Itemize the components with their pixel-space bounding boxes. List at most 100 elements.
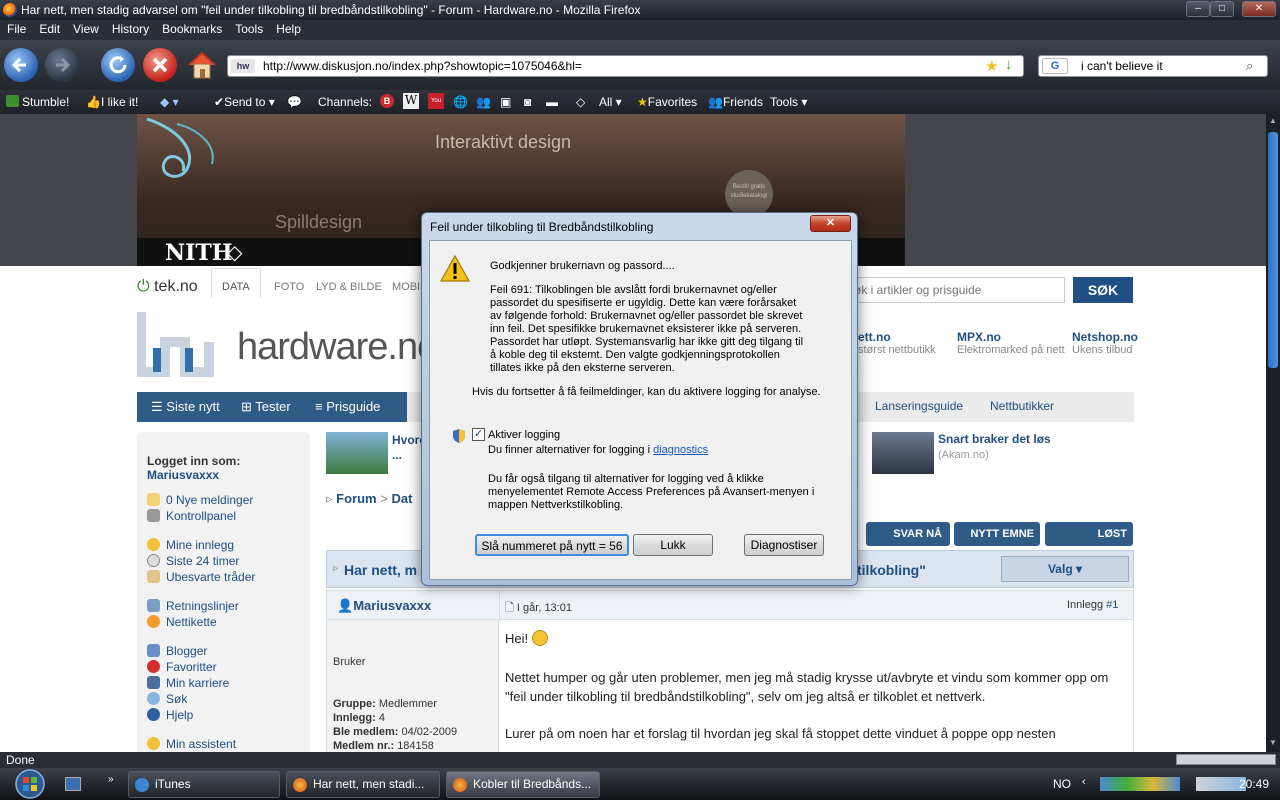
nav-tester[interactable]: ⊞ Tester <box>241 399 291 415</box>
people-channel-icon[interactable]: 👥 <box>476 95 491 109</box>
tools-channel-icon[interactable]: ▣ <box>500 95 511 109</box>
breadcrumb-forum[interactable]: Forum <box>336 491 376 506</box>
menu-help[interactable]: Help <box>269 20 307 36</box>
blogger-channel-icon[interactable]: B <box>380 94 394 108</box>
sidebar-item-help[interactable]: Hjelp <box>147 708 193 722</box>
sidebar-item-messages[interactable]: 0 Nye meldinger <box>147 493 253 507</box>
menu-bookmarks[interactable]: Bookmarks <box>155 20 228 36</box>
promo-right[interactable]: Snart braker det løs (Akam.no) <box>938 432 1068 463</box>
search-box[interactable]: G i can't believe it ⌕ <box>1038 55 1268 77</box>
vertical-scrollbar[interactable]: ▲ ▼ <box>1266 114 1280 752</box>
all-channels-button[interactable]: All ▾ <box>599 95 622 109</box>
search-engine-icon[interactable]: G <box>1042 58 1068 74</box>
sidebar-item-assistant[interactable]: Min assistent <box>147 737 236 751</box>
solved-button[interactable]: LØST <box>1045 522 1133 546</box>
site-search-input[interactable] <box>837 277 1065 303</box>
sidebar-item-favorites[interactable]: Favoritter <box>147 660 217 674</box>
sidebar-item-blogs[interactable]: Blogger <box>147 644 207 658</box>
partner-mpx[interactable]: MPX.no Elektromarked på nett <box>957 330 1065 356</box>
bookmark-star-icon[interactable]: ★ <box>985 57 998 75</box>
home-button[interactable] <box>186 48 218 82</box>
tab-lyd-bilde[interactable]: LYD & BILDE <box>316 281 382 293</box>
sidebar-item-last24[interactable]: Siste 24 timer <box>147 554 239 568</box>
clock[interactable]: 20:49 <box>1239 777 1269 791</box>
youtube-channel-icon[interactable]: You <box>428 93 444 109</box>
partner-komplett[interactable]: ett.no størst nettbutikk <box>858 330 936 356</box>
stop-button[interactable] <box>143 48 177 82</box>
go-arrow-icon[interactable]: ↓ <box>1005 56 1013 73</box>
back-button[interactable] <box>4 48 38 82</box>
magnifier-icon[interactable]: ⌕ <box>1246 58 1253 74</box>
menu-edit[interactable]: Edit <box>32 20 66 36</box>
sidebar-item-search[interactable]: Søk <box>147 692 187 706</box>
menu-file[interactable]: File <box>0 20 32 36</box>
nav-lanseringsguide[interactable]: Lanseringsguide <box>875 399 963 413</box>
new-topic-button[interactable]: NYTT EMNE <box>954 522 1040 546</box>
minimize-button[interactable]: ‒ <box>1186 1 1210 17</box>
enable-logging-label[interactable]: Aktiver logging <box>488 429 560 442</box>
tag-channel-icon[interactable]: ◇ <box>576 95 585 109</box>
taskbar-connect-dialog[interactable]: Kobler til Bredbånds... <box>446 771 600 798</box>
search-query[interactable]: i can't believe it <box>1081 59 1163 73</box>
sidebar-item-controlpanel[interactable]: Kontrollpanel <box>147 509 236 523</box>
diagnose-button[interactable]: Diagnostiser <box>744 534 824 556</box>
taskbar-itunes[interactable]: iTunes <box>128 771 280 798</box>
taskbar-firefox[interactable]: Har nett, men stadi... <box>286 771 440 798</box>
tek-logo[interactable]: ⏻ tek.no <box>137 278 198 296</box>
diagnostics-link[interactable]: diagnostics <box>653 444 708 456</box>
enable-logging-checkbox[interactable]: ✓ <box>472 428 485 441</box>
sidebar-item-netiquette[interactable]: Nettikette <box>147 615 217 629</box>
scroll-up-icon[interactable]: ▲ <box>1269 116 1277 125</box>
nav-prisguide[interactable]: ≡ Prisguide <box>315 399 380 414</box>
reload-button[interactable] <box>101 48 135 82</box>
scrollbar-thumb[interactable] <box>1268 132 1278 368</box>
comment-icon[interactable]: 💬 <box>287 95 302 109</box>
partner-netshop[interactable]: Netshop.no Ukens tilbud <box>1072 330 1138 356</box>
tray-chevron-icon[interactable]: ‹ <box>1082 776 1086 788</box>
wikipedia-channel-icon[interactable]: W <box>403 93 419 109</box>
start-button[interactable] <box>8 768 50 800</box>
nav-nettbutikker[interactable]: Nettbutikker <box>990 399 1054 413</box>
promo-right-image[interactable] <box>872 432 934 474</box>
show-desktop-icon[interactable] <box>65 777 81 791</box>
menu-tools[interactable]: Tools <box>228 20 269 36</box>
options-dropdown[interactable]: Valg ▾ <box>1001 556 1129 582</box>
globe-channel-icon[interactable]: 🌐 <box>453 95 468 109</box>
i-like-it-button[interactable]: 👍I like it! <box>86 95 138 109</box>
forward-button[interactable] <box>45 48 79 82</box>
flag-channel-icon[interactable]: ▬ <box>546 95 558 109</box>
hardware-logo[interactable]: hardware.no <box>137 308 438 388</box>
site-identity-icon[interactable]: hw <box>231 59 255 73</box>
stumble-button[interactable]: Stumble! <box>6 95 69 109</box>
redial-button[interactable]: Slå nummeret på nytt = 56 <box>475 534 629 556</box>
scroll-down-icon[interactable]: ▼ <box>1269 738 1277 747</box>
address-bar[interactable]: hw http://www.diskusjon.no/index.php?sho… <box>227 55 1024 77</box>
maximize-button[interactable]: □ <box>1210 1 1234 17</box>
sidebar-item-unanswered[interactable]: Ubesvarte tråder <box>147 570 255 584</box>
site-search-button[interactable]: SØK <box>1073 277 1133 303</box>
sidebar-item-my-posts[interactable]: Mine innlegg <box>147 538 234 552</box>
close-window-button[interactable]: ✕ <box>1242 1 1276 17</box>
tab-data[interactable]: DATA <box>222 281 250 293</box>
menu-history[interactable]: History <box>105 20 155 36</box>
tools-button[interactable]: Tools ▾ <box>770 95 807 109</box>
promo-left-image[interactable] <box>326 432 388 474</box>
sidebar-item-guidelines[interactable]: Retningslinjer <box>147 599 239 613</box>
quicklaunch-overflow-icon[interactable]: » <box>108 774 114 785</box>
camera-channel-icon[interactable]: ◙ <box>524 95 531 109</box>
sidebar-item-career[interactable]: Min karriere <box>147 676 229 690</box>
thumbs-dropdown-icon[interactable]: ◆ ▾ <box>160 95 179 109</box>
catalog-seal[interactable]: Bestill gratis studiekatalog! <box>725 170 773 218</box>
send-to-button[interactable]: ✔Send to ▾ <box>214 95 275 109</box>
menu-view[interactable]: View <box>66 20 105 36</box>
tab-foto[interactable]: FOTO <box>274 281 304 293</box>
post-author[interactable]: 👤Mariusvaxxx <box>337 598 431 614</box>
url-text[interactable]: http://www.diskusjon.no/index.php?showto… <box>263 59 582 73</box>
tray-icons[interactable] <box>1100 777 1180 791</box>
post-number[interactable]: Innlegg #1 <box>1067 599 1118 611</box>
close-dialog-button[interactable]: Lukk <box>633 534 713 556</box>
promo-left-link[interactable]: Hvordan ... video <box>392 433 422 465</box>
nav-siste-nytt[interactable]: ☰ Siste nytt <box>151 399 220 415</box>
username-link[interactable]: Mariusvaxxx <box>147 468 219 482</box>
dialog-close-button[interactable]: ✕ <box>810 215 851 232</box>
